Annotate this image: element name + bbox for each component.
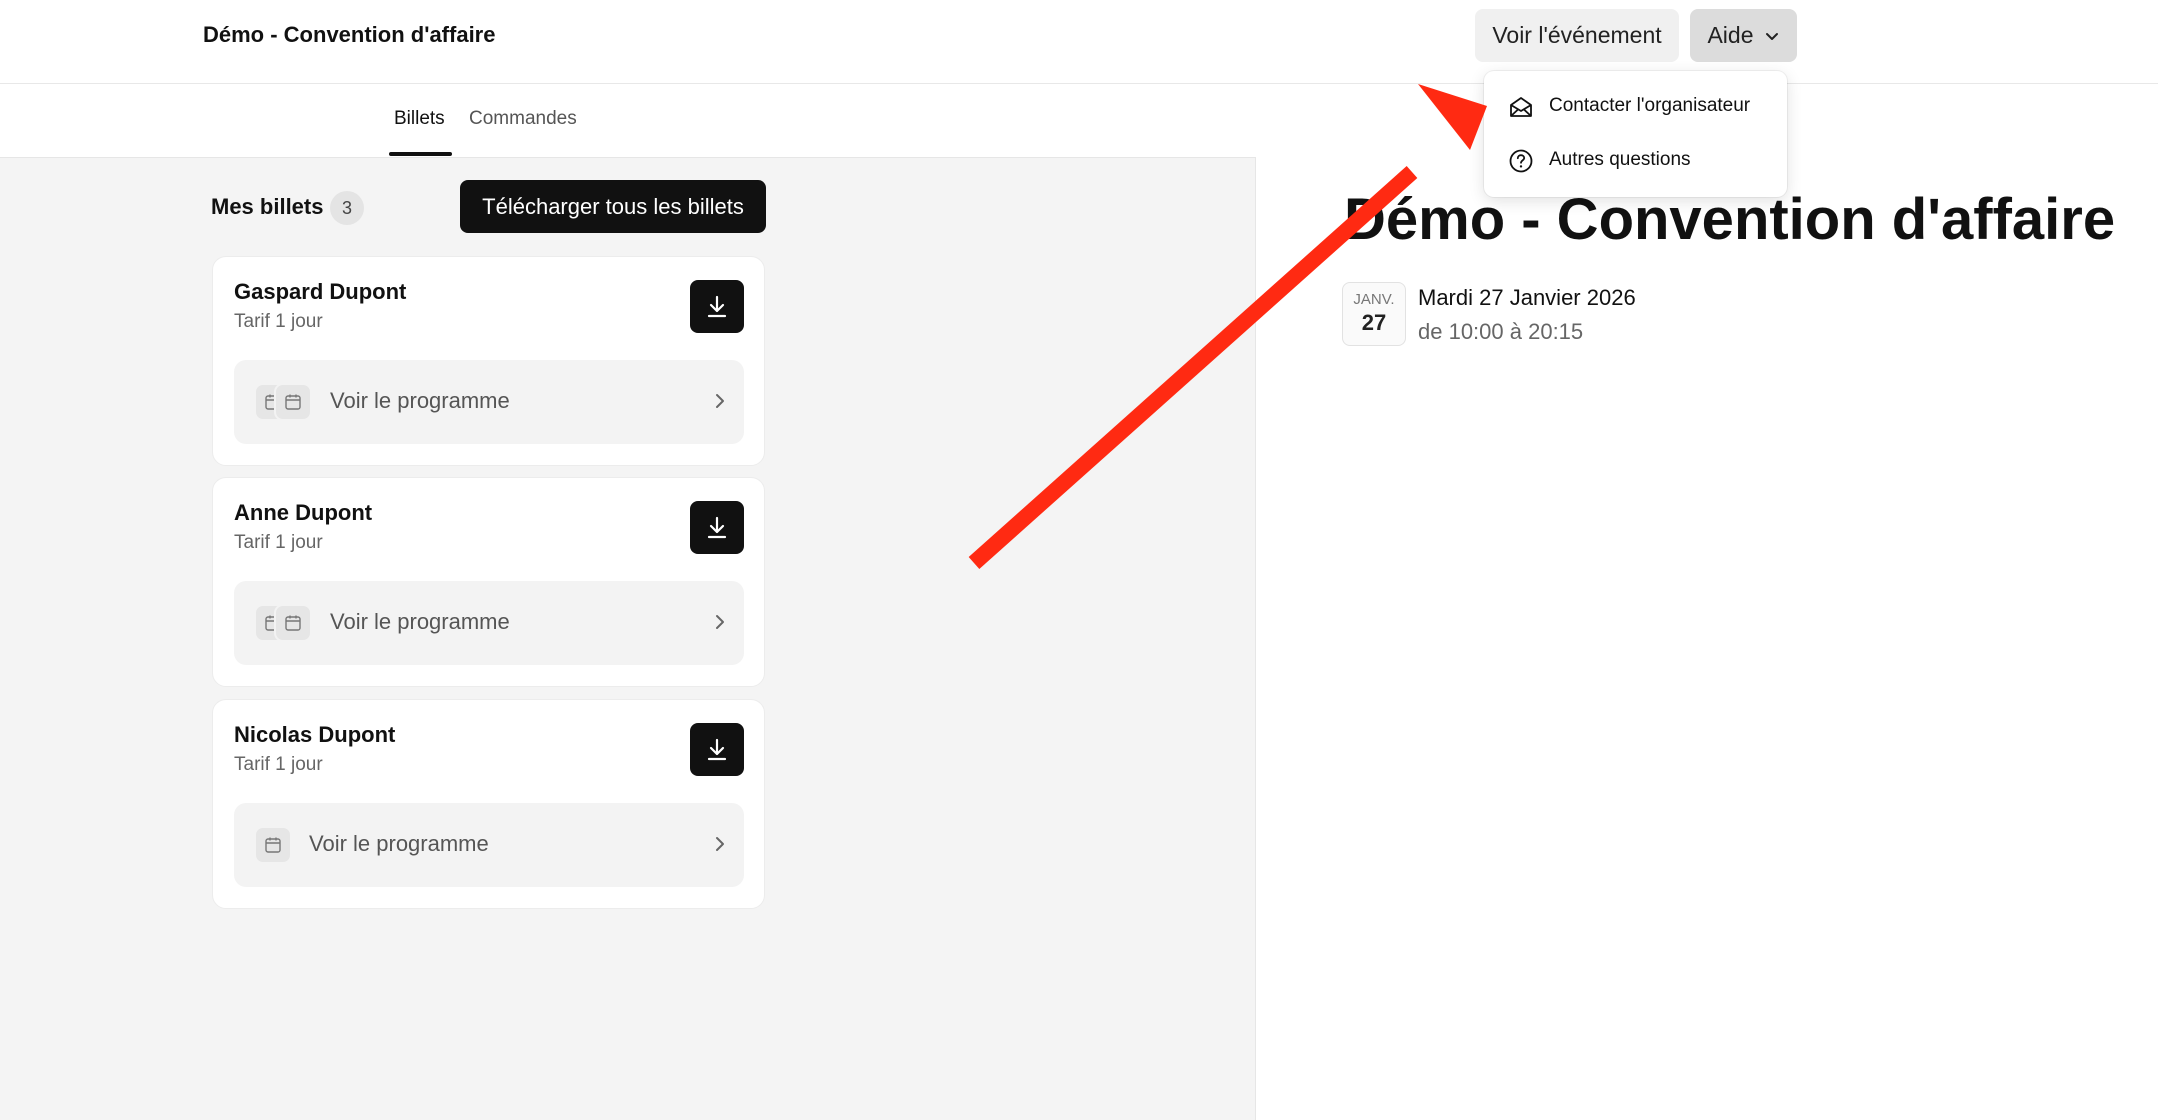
ticket-tarif: Tarif 1 jour (234, 532, 323, 553)
calendar-icon (274, 604, 312, 642)
chevron-down-icon (1765, 32, 1778, 40)
program-label: Voir le programme (330, 388, 510, 413)
ticket-card: Gaspard Dupont Tarif 1 jour Voir le prog… (212, 256, 765, 466)
tab-commandes[interactable]: Commandes (469, 108, 577, 130)
app-title: Démo - Convention d'affaire (203, 22, 496, 47)
ticket-tarif: Tarif 1 jour (234, 311, 323, 332)
top-bar: Démo - Convention d'affaire Voir l'événe… (0, 0, 2158, 84)
download-all-tickets-button[interactable]: Télécharger tous les billets (460, 180, 766, 233)
tickets-pane: Billets Commandes Mes billets 3 Téléchar… (0, 84, 1256, 1120)
calendar-icon (274, 383, 312, 421)
tab-billets[interactable]: Billets (394, 108, 445, 130)
view-program-button[interactable]: Voir le programme (234, 360, 744, 444)
help-button-label: Aide (1707, 22, 1754, 48)
program-label: Voir le programme (330, 609, 510, 634)
chevron-right-icon (716, 394, 724, 408)
download-ticket-button[interactable] (690, 280, 744, 333)
help-menu-button[interactable]: Aide (1690, 9, 1797, 62)
download-ticket-button[interactable] (690, 723, 744, 776)
download-icon (707, 295, 727, 317)
tickets-count-badge: 3 (330, 191, 364, 225)
view-event-button[interactable]: Voir l'événement (1475, 9, 1679, 62)
view-program-button[interactable]: Voir le programme (234, 803, 744, 887)
menu-item-label: Autres questions (1549, 149, 1691, 170)
ticket-card: Nicolas Dupont Tarif 1 jour Voir le prog… (212, 699, 765, 909)
menu-item-other-questions[interactable]: Autres questions (1484, 134, 1787, 184)
menu-item-contact-organizer[interactable]: Contacter l'organisateur (1484, 80, 1787, 130)
date-badge: JANV. 27 (1342, 282, 1406, 346)
view-program-button[interactable]: Voir le programme (234, 581, 744, 665)
menu-item-label: Contacter l'organisateur (1549, 95, 1751, 116)
download-icon (707, 738, 727, 760)
question-circle-icon (1509, 149, 1533, 173)
envelope-open-icon (1510, 97, 1532, 117)
ticket-holder-name: Anne Dupont (234, 500, 373, 525)
chevron-right-icon (716, 615, 724, 629)
active-tab-indicator (389, 152, 452, 156)
download-icon (707, 516, 727, 538)
date-month: JANV. (1353, 291, 1395, 308)
calendar-icon (254, 826, 292, 864)
ticket-card: Anne Dupont Tarif 1 jour Voir le program… (212, 477, 765, 687)
ticket-holder-name: Nicolas Dupont (234, 722, 396, 747)
event-time: de 10:00 à 20:15 (1418, 319, 1584, 344)
chevron-right-icon (716, 837, 724, 851)
download-ticket-button[interactable] (690, 501, 744, 554)
ticket-holder-name: Gaspard Dupont (234, 279, 407, 304)
tickets-heading: Mes billets (211, 194, 324, 219)
program-label: Voir le programme (309, 831, 489, 856)
help-dropdown-menu: Contacter l'organisateur Autres question… (1484, 71, 1787, 197)
date-day: 27 (1361, 310, 1387, 335)
ticket-tarif: Tarif 1 jour (234, 754, 323, 775)
event-date: Mardi 27 Janvier 2026 (1418, 285, 1636, 310)
tab-bar: Billets Commandes (0, 84, 1256, 158)
